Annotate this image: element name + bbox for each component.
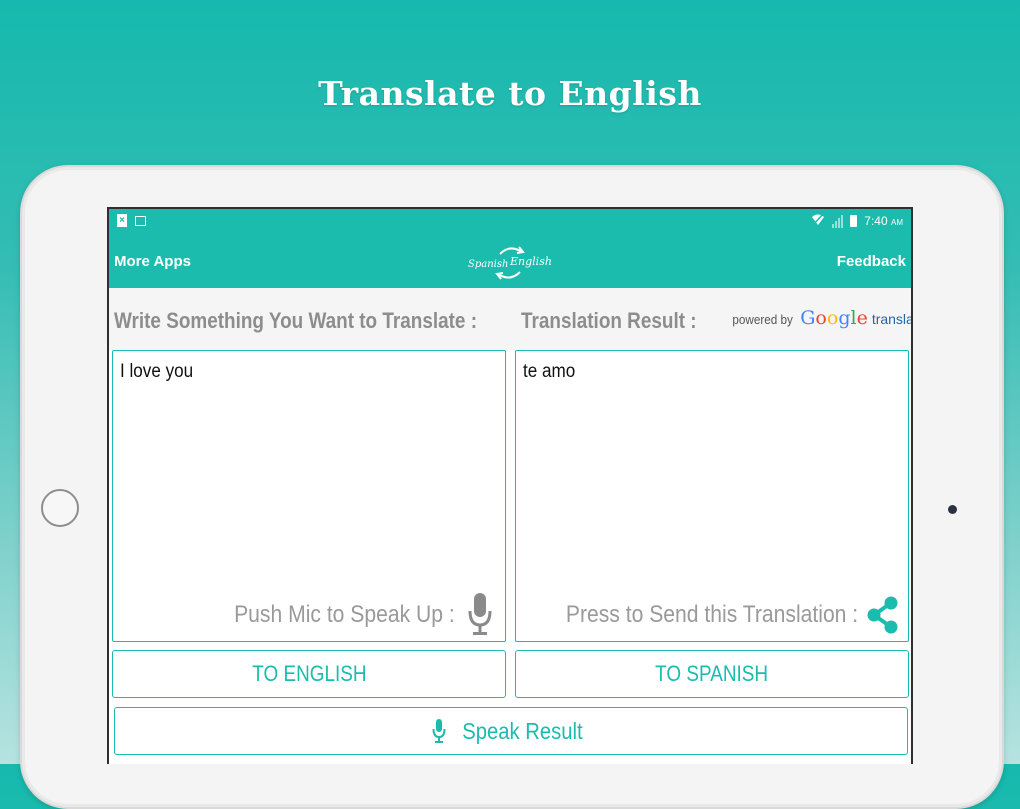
clock: 7:40 AM bbox=[864, 214, 903, 228]
feedback-button[interactable]: Feedback bbox=[837, 253, 906, 270]
input-text-area[interactable]: I love you Push Mic to Speak Up : bbox=[112, 350, 506, 642]
mic-hint: Push Mic to Speak Up : bbox=[234, 601, 455, 628]
speaker-mic-icon bbox=[432, 719, 446, 743]
battery-icon bbox=[850, 215, 858, 227]
tablet-camera bbox=[948, 505, 957, 514]
more-apps-button[interactable]: More Apps bbox=[114, 253, 191, 270]
share-hint: Press to Send this Translation : bbox=[565, 601, 858, 628]
image-icon bbox=[135, 216, 146, 226]
speak-result-button[interactable]: Speak Result bbox=[114, 707, 908, 755]
signal-icon bbox=[832, 214, 844, 228]
headline: Translate to English bbox=[318, 74, 702, 113]
logo-word-spanish: Spanish bbox=[468, 259, 509, 270]
labels-row: Write Something You Want to Translate : … bbox=[109, 288, 911, 350]
result-label: Translation Result : bbox=[521, 308, 697, 333]
to-spanish-button[interactable]: TO SPANISH bbox=[515, 650, 909, 698]
sim-icon: × bbox=[117, 214, 127, 227]
share-icon[interactable] bbox=[866, 595, 900, 635]
app-bar: More Apps Spanish English Feedback bbox=[109, 234, 911, 288]
status-bar: × 7:40 AM bbox=[109, 209, 911, 234]
to-english-button[interactable]: TO ENGLISH bbox=[112, 650, 506, 698]
wifi-icon bbox=[811, 213, 825, 229]
logo-word-english: English bbox=[510, 255, 552, 268]
result-text: te amo bbox=[523, 361, 576, 382]
google-logo: Google bbox=[800, 307, 868, 329]
app-screen: × 7:40 AM More Apps Spanish English Feed… bbox=[107, 207, 913, 764]
input-text[interactable]: I love you bbox=[120, 361, 193, 383]
tablet-home-button bbox=[41, 489, 79, 527]
powered-by-google-translate: powered by Google translate bbox=[732, 307, 911, 329]
mic-icon[interactable] bbox=[467, 591, 493, 637]
input-label: Write Something You Want to Translate : bbox=[114, 308, 478, 333]
speak-result-label: Speak Result bbox=[461, 717, 583, 744]
result-text-area: te amo Press to Send this Translation : bbox=[515, 350, 909, 642]
app-logo: Spanish English bbox=[464, 242, 554, 282]
